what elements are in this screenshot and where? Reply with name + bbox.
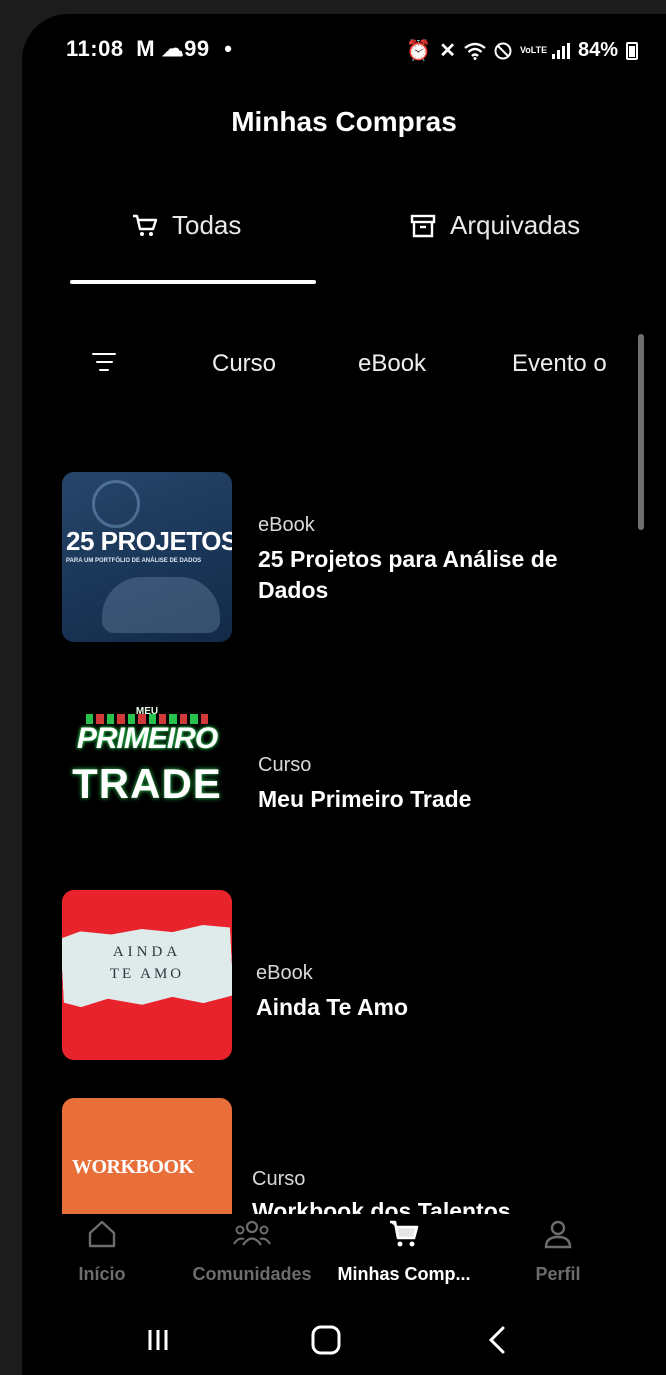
tab-label: Todas <box>172 210 242 240</box>
nav-item-inicio[interactable]: Início <box>62 1214 142 1285</box>
list-item[interactable]: WORKBOOK Curso Workbook dos Talentos <box>62 1098 622 1214</box>
filter-chip-evento[interactable]: Evento o <box>512 350 624 378</box>
nav-item-minhas-compras[interactable]: Minhas Comp... <box>324 1214 484 1285</box>
active-tab-indicator <box>70 280 316 284</box>
filter-icon-line <box>95 361 113 363</box>
mail-icon: M <box>136 36 156 61</box>
device-frame: 11:08 M ☁99 • ⏰ ✕ VoLTE 84% Minhas Compr… <box>0 0 666 1375</box>
cloud-icon: ☁ <box>161 36 185 61</box>
item-name: Meu Primeiro Trade <box>258 786 472 812</box>
product-thumbnail: 25 PROJETOS PARA UM PORTFÓLIO DE ANÁLISE… <box>62 472 232 642</box>
list-item[interactable]: MEU PRIMEIRO TRADE Curso Meu Primeiro Tr… <box>62 700 622 872</box>
home-circle-icon <box>311 1325 341 1355</box>
wifi-icon <box>464 42 486 60</box>
status-time: 11:08 <box>66 36 124 61</box>
thumbnail-text-bottom: TRADE <box>72 760 222 807</box>
product-thumbnail: WORKBOOK <box>62 1098 232 1214</box>
thumbnail-text-top: MEU <box>135 706 159 717</box>
decorative-ring <box>92 480 140 528</box>
item-name: Workbook dos Talentos <box>252 1198 511 1214</box>
thumbnail-subtitle: PARA UM PORTFÓLIO DE ANÁLISE DE DADOS <box>66 558 202 564</box>
alarm-icon: ⏰ <box>406 40 432 62</box>
thumbnail-hand <box>102 577 220 633</box>
item-name: Ainda Te Amo <box>256 994 409 1020</box>
nav-label: Comunidades <box>192 1264 312 1284</box>
signal-icon <box>551 42 570 59</box>
filter-icon-line <box>99 369 109 371</box>
system-navigation <box>22 1306 666 1375</box>
status-bar-left: 11:08 M ☁99 • <box>66 36 232 62</box>
scrollbar[interactable] <box>638 334 644 530</box>
filter-icon <box>92 353 116 355</box>
list-item[interactable]: 25 PROJETOS PARA UM PORTFÓLIO DE ANÁLISE… <box>62 472 622 644</box>
nav-item-perfil[interactable]: Perfil <box>518 1214 598 1285</box>
product-thumbnail: MEU PRIMEIRO TRADE <box>62 700 232 870</box>
battery-icon <box>626 41 638 60</box>
battery-percent: 84% <box>577 39 618 61</box>
filter-chip-ebook[interactable]: eBook <box>358 350 426 378</box>
thumbnail-title: WORKBOOK <box>72 1156 194 1178</box>
thumbnail-text-mid: PRIMEIRO <box>76 722 218 755</box>
home-icon <box>88 1220 116 1248</box>
filter-chip-curso[interactable]: Curso <box>212 350 276 378</box>
notification-count: 99 <box>184 36 210 61</box>
item-name: 25 Projetos para Análise de Dados <box>258 546 558 603</box>
item-category: Curso <box>258 754 312 776</box>
recents-button[interactable] <box>140 1322 176 1363</box>
item-category: eBook <box>258 514 315 536</box>
do-not-disturb-icon <box>494 42 512 59</box>
volte-label: VoLTE <box>519 45 548 55</box>
thumbnail-text-2: TE AMO <box>109 966 185 982</box>
people-icon <box>233 1220 271 1246</box>
nav-label: Perfil <box>535 1264 581 1284</box>
filter-button[interactable] <box>82 340 126 384</box>
list-item[interactable]: AINDA TE AMO eBook Ainda Te Amo <box>62 890 622 1062</box>
product-thumbnail: AINDA TE AMO <box>62 890 232 1060</box>
status-bar-right: ⏰ ✕ VoLTE 84% <box>406 38 638 63</box>
item-category: eBook <box>256 962 313 984</box>
item-category: Curso <box>252 1168 306 1190</box>
recents-icon <box>148 1330 168 1350</box>
dot-icon: • <box>224 36 233 61</box>
thumbnail-title: 25 PROJETOS <box>66 526 232 556</box>
tab-todas[interactable]: Todas <box>132 210 241 241</box>
page-title: Minhas Compras <box>231 106 457 137</box>
home-button[interactable] <box>308 1322 344 1363</box>
tab-label: Arquivadas <box>450 210 581 240</box>
back-icon <box>488 1326 505 1354</box>
cart-icon <box>133 214 158 236</box>
thumbnail-text-1: AINDA <box>112 944 182 960</box>
bottom-navigation: Início Comunidades Minhas Comp... Perfil <box>22 1214 666 1306</box>
back-button[interactable] <box>480 1322 516 1363</box>
archive-icon <box>410 214 436 237</box>
cart-icon <box>390 1220 419 1247</box>
nav-label: Minhas Comp... <box>337 1264 471 1284</box>
nav-item-comunidades[interactable]: Comunidades <box>182 1214 322 1285</box>
app-screen: 11:08 M ☁99 • ⏰ ✕ VoLTE 84% Minhas Compr… <box>22 14 666 1375</box>
person-icon <box>544 1220 572 1249</box>
mute-icon: ✕ <box>439 40 456 62</box>
tab-arquivadas[interactable]: Arquivadas <box>410 210 580 241</box>
nav-label: Início <box>78 1264 126 1284</box>
